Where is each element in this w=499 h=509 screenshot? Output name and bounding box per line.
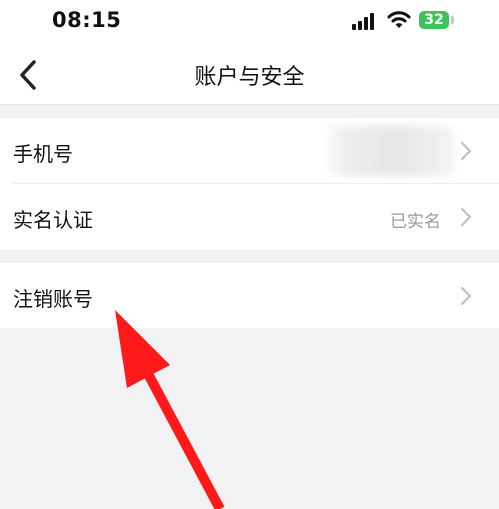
status-bar: 08:15 32 [0, 0, 499, 46]
battery-tip [451, 16, 454, 24]
real-name-verification-row[interactable]: 实名认证 已实名 [0, 184, 499, 250]
phone-number-redacted [322, 126, 454, 176]
settings-group-cancel: 注销账号 [0, 263, 499, 328]
chevron-right-icon [461, 208, 471, 226]
cancel-account-row[interactable]: 注销账号 [0, 263, 499, 329]
row-label: 实名认证 [13, 208, 93, 232]
row-value: 已实名 [390, 212, 441, 232]
status-time: 08:15 [52, 8, 122, 32]
page-title: 账户与安全 [194, 65, 305, 90]
chevron-right-icon [461, 287, 471, 305]
signal-icon [352, 12, 378, 30]
battery-indicator: 32 [419, 11, 449, 29]
nav-bar: 账户与安全 [0, 46, 499, 105]
wifi-icon [387, 11, 411, 28]
phone-number-row[interactable]: 手机号 [0, 118, 499, 184]
row-label: 手机号 [13, 142, 73, 166]
chevron-right-icon [461, 142, 471, 160]
settings-group-account: 手机号 实名认证 已实名 [0, 118, 499, 250]
row-label: 注销账号 [13, 287, 93, 311]
